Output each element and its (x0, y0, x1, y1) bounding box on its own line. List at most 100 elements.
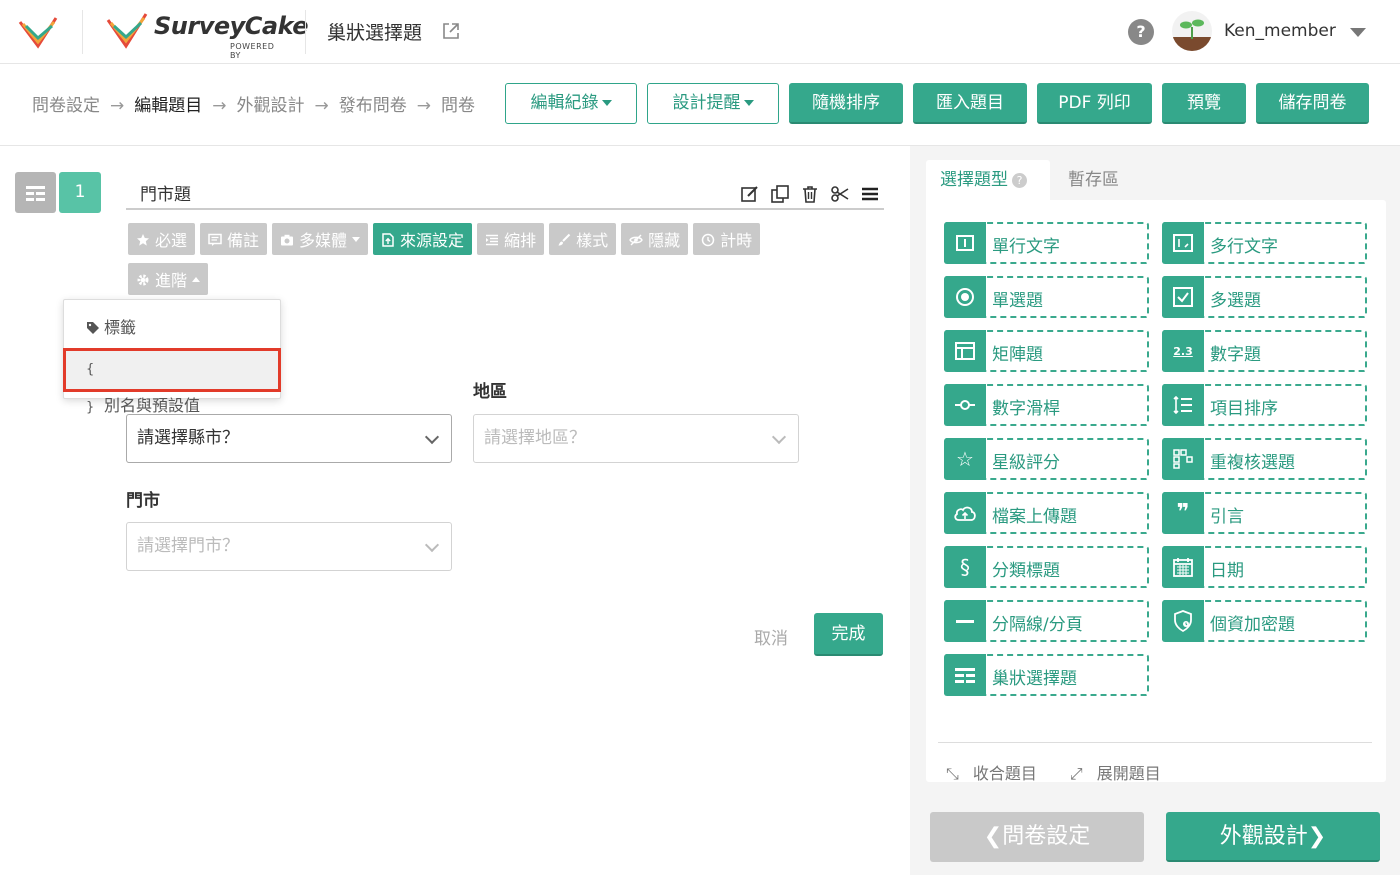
hide-option-button[interactable]: 隱藏 (621, 223, 689, 255)
menu-item-tag[interactable]: 標籤 (64, 306, 280, 350)
qtype-section-title[interactable]: § 分類標題 (944, 546, 1149, 588)
caret-up-icon (192, 276, 201, 282)
design-tips-label: 設計提醒 (672, 93, 741, 113)
number-icon-text: 2.3 (1173, 344, 1193, 358)
drag-handle-icon[interactable] (860, 184, 880, 204)
upload-icon (381, 232, 395, 247)
style-option-button[interactable]: 樣式 (549, 223, 617, 255)
question-title[interactable]: 門市題 (140, 180, 191, 205)
done-button[interactable]: 完成 (814, 613, 883, 656)
star-rating-icon: ☆ (944, 438, 986, 480)
advanced-option-label: 進階 (155, 271, 188, 290)
timer-option-button[interactable]: 計時 (693, 223, 761, 255)
design-tips-button[interactable]: 設計提醒 (647, 83, 779, 124)
required-option-button[interactable]: 必選 (128, 223, 196, 255)
qtype-quote[interactable]: ❞ 引言 (1162, 492, 1367, 534)
editor-toolbar: 問卷設定 → 編輯題目 → 外觀設計 → 發布問卷 → 問卷 編輯紀錄 設計提醒 隨機排序 匯入… (0, 64, 1400, 146)
pdf-print-button[interactable]: PDF 列印 (1037, 83, 1152, 124)
expand-icon: ⤢ (1069, 764, 1083, 783)
breadcrumb-item-more[interactable]: 問卷 (441, 91, 475, 116)
tab-question-types[interactable]: 選擇題型? (926, 160, 1050, 201)
qtype-single-line-text[interactable]: 單行文字 (944, 222, 1149, 264)
qtype-privacy[interactable]: 個資加密題 (1162, 600, 1367, 642)
breadcrumb: 問卷設定 → 編輯題目 → 外觀設計 → 發布問卷 → 問卷 (32, 91, 494, 117)
expand-all-button[interactable]: ⤢ 展開題目 (1070, 764, 1175, 783)
expand-all-label: 展開題目 (1096, 764, 1161, 783)
qtype-label: 矩陣題 (992, 345, 1043, 365)
collapse-all-label: 收合題目 (972, 764, 1037, 783)
qtype-star-rating[interactable]: ☆ 星級評分 (944, 438, 1149, 480)
external-link-icon[interactable] (442, 22, 460, 40)
qtype-checkbox[interactable]: 多選題 (1162, 276, 1367, 318)
chevron-down-icon[interactable] (1350, 28, 1366, 37)
advanced-option-button[interactable]: 進階 (128, 263, 209, 295)
qtype-radio[interactable]: 單選題 (944, 276, 1149, 318)
breadcrumb-item-publish[interactable]: 發布問卷 (339, 91, 407, 116)
brand-name: SurveyCake (154, 12, 308, 40)
edit-log-label: 編輯紀錄 (530, 93, 599, 113)
qtype-label: 項目排序 (1210, 399, 1278, 419)
collapse-all-button[interactable]: ⤡ 收合題目 (946, 764, 1051, 783)
username[interactable]: Ken_member (1224, 21, 1336, 41)
header-divider (82, 10, 83, 54)
cancel-link[interactable]: 取消 (754, 624, 788, 649)
help-icon[interactable]: ? (1128, 19, 1154, 45)
help-icon[interactable]: ? (1012, 172, 1027, 188)
menu-item-alias-default[interactable]: { } 別名與預設值 (63, 348, 281, 415)
divider (938, 742, 1372, 743)
indent-option-button[interactable]: 縮排 (477, 223, 545, 255)
random-order-button[interactable]: 隨機排序 (789, 83, 903, 124)
question-number[interactable]: 1 (59, 172, 101, 213)
region-select[interactable]: 請選擇地區？ (473, 414, 799, 463)
source-setting-option-label: 來源設定 (400, 231, 465, 250)
brand-logo[interactable]: SurveyCake POWERED BY (104, 8, 308, 60)
scissors-icon[interactable] (830, 184, 850, 204)
nested-select-icon[interactable] (15, 172, 56, 213)
media-option-button[interactable]: 多媒體 (272, 223, 369, 255)
qtype-matrix[interactable]: 矩陣題 (944, 330, 1149, 372)
source-setting-option-button[interactable]: 來源設定 (373, 223, 473, 255)
qtype-repeat-check[interactable]: 重複核選題 (1162, 438, 1367, 480)
next-step-button[interactable]: 外觀設計❯ (1166, 812, 1380, 862)
breadcrumb-item-settings[interactable]: 問卷設定 (32, 91, 100, 116)
note-option-button[interactable]: 備註 (200, 223, 268, 255)
import-questions-button[interactable]: 匯入題目 (913, 83, 1027, 124)
qtype-label: 多行文字 (1210, 237, 1278, 257)
indent-icon (485, 232, 499, 246)
camera-icon (280, 232, 294, 246)
chevron-down-icon (424, 429, 440, 445)
edit-log-button[interactable]: 編輯紀錄 (505, 83, 637, 124)
city-select[interactable]: 請選擇縣市？ (126, 414, 452, 463)
region-select-placeholder: 請選擇地區？ (484, 428, 586, 448)
preview-button[interactable]: 預覽 (1162, 83, 1246, 124)
qtype-multi-line-text[interactable]: 多行文字 (1162, 222, 1367, 264)
qtype-number[interactable]: 2.3 數字題 (1162, 330, 1367, 372)
edit-icon[interactable] (740, 184, 760, 204)
qtype-slider[interactable]: 數字滑桿 (944, 384, 1149, 426)
qtype-nested-select[interactable]: 巢狀選擇題 (944, 654, 1149, 696)
advanced-row: 進階 (128, 263, 209, 295)
tag-icon (86, 308, 104, 352)
prev-step-button[interactable]: ❮問卷設定 (930, 812, 1144, 862)
qtype-sort-list[interactable]: 項目排序 (1162, 384, 1367, 426)
indent-option-label: 縮排 (504, 231, 537, 250)
qtype-label: 分隔線/分頁 (992, 615, 1083, 635)
comment-icon (208, 232, 222, 246)
breadcrumb-item-edit[interactable]: 編輯題目 (134, 91, 202, 116)
copy-icon[interactable] (770, 184, 790, 204)
qtype-label: 單選題 (992, 291, 1043, 311)
store-select[interactable]: 請選擇門市？ (126, 522, 452, 571)
breadcrumb-item-design[interactable]: 外觀設計 (237, 91, 305, 116)
qtype-date[interactable]: 日期 (1162, 546, 1367, 588)
matrix-icon (944, 330, 986, 372)
tab-storage[interactable]: 暫存區 (1068, 160, 1119, 201)
avatar[interactable] (1172, 11, 1212, 51)
qtype-divider[interactable]: 分隔線/分頁 (944, 600, 1149, 642)
app-logo-icon[interactable] (16, 12, 60, 52)
qtype-file-upload[interactable]: 檔案上傳題 (944, 492, 1149, 534)
timer-option-label: 計時 (720, 231, 753, 250)
trash-icon[interactable] (800, 184, 820, 204)
save-survey-button[interactable]: 儲存問卷 (1256, 83, 1369, 124)
question-title-field[interactable]: 門市題 (126, 172, 884, 210)
menu-item-tag-label: 標籤 (104, 318, 137, 337)
